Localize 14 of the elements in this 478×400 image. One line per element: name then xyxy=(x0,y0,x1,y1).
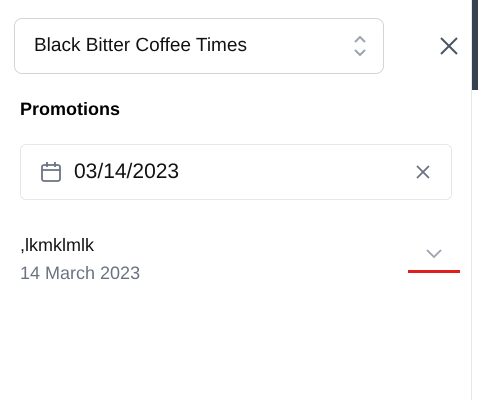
date-field[interactable]: 03/14/2023 xyxy=(20,144,452,200)
chevron-up-down-icon xyxy=(353,34,367,58)
close-icon xyxy=(416,165,430,179)
close-icon xyxy=(440,37,458,55)
expand-toggle[interactable] xyxy=(424,247,444,261)
section-title: Promotions xyxy=(20,98,120,121)
calendar-icon xyxy=(40,161,62,183)
promotion-title: ,lkmklmlk xyxy=(20,234,95,257)
date-value: 03/14/2023 xyxy=(74,159,180,186)
store-select[interactable]: Black Bitter Coffee Times xyxy=(14,18,384,74)
close-button[interactable] xyxy=(438,35,460,57)
promotion-date: 14 March 2023 xyxy=(20,262,140,285)
clear-button[interactable] xyxy=(415,164,431,180)
chevron-icon xyxy=(426,249,442,259)
